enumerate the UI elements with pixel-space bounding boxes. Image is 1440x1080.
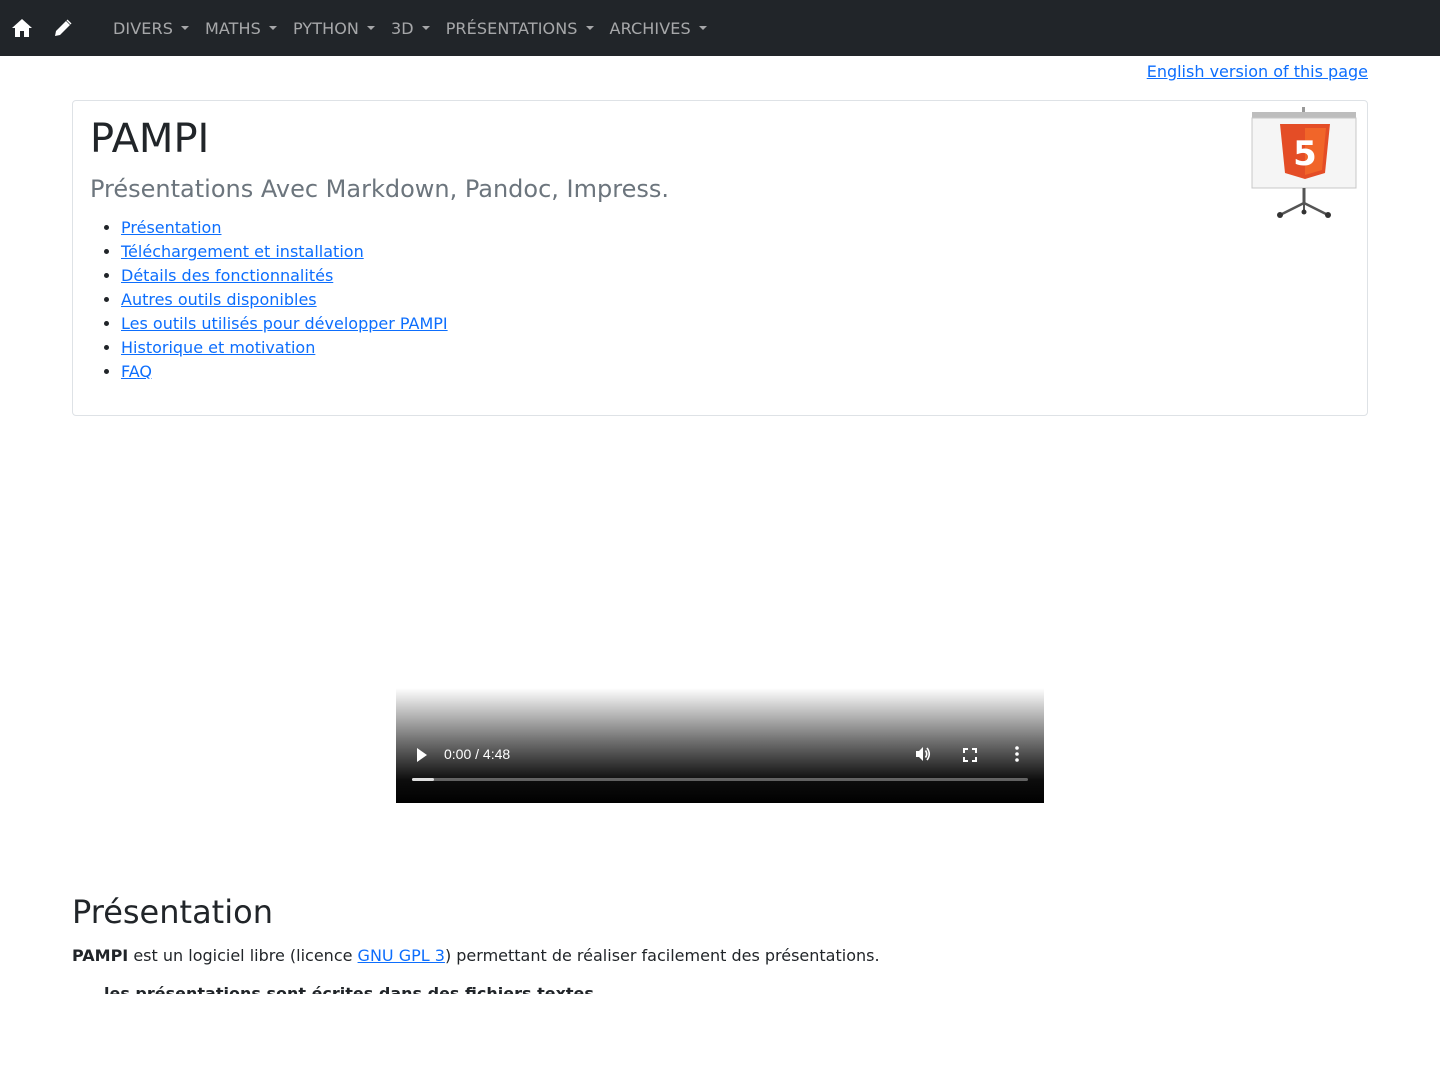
caret-down-icon [268,26,277,30]
toc-item: Téléchargement et installation [121,240,448,264]
toc-item: Autres outils disponibles [121,288,448,312]
caret-down-icon [585,26,594,30]
page-subtitle: Présentations Avec Markdown, Pandoc, Imp… [90,175,669,203]
toc-link-download[interactable]: Téléchargement et installation [121,242,364,261]
toc-link-dev-tools[interactable]: Les outils utilisés pour développer PAMP… [121,314,448,333]
play-icon[interactable] [416,747,428,766]
nav-dropdown-presentations[interactable]: PRÉSENTATIONS [446,19,594,38]
nav-dropdown-maths[interactable]: MATHS [205,19,277,38]
fullscreen-icon[interactable] [963,747,977,766]
caret-down-icon [366,26,375,30]
caret-down-icon [698,26,707,30]
nav-menu: DIVERS MATHS PYTHON 3D PRÉSENTATIONS ARC… [113,0,723,56]
volume-icon[interactable] [914,745,932,767]
gpl-license-link[interactable]: GNU GPL 3 [358,946,445,965]
list-item-text: les présentations sont écrites dans des … [104,984,594,994]
toc-item: FAQ [121,360,448,384]
toc-link-presentation[interactable]: Présentation [121,218,221,237]
toc-item: Détails des fonctionnalités [121,264,448,288]
nav-dropdown-python[interactable]: PYTHON [293,19,375,38]
toc-item: Les outils utilisés pour développer PAMP… [121,312,448,336]
toc-link-faq[interactable]: FAQ [121,362,152,381]
header-card: PAMPI Présentations Avec Markdown, Pando… [72,100,1368,416]
caret-down-icon [180,26,189,30]
nav-dropdown-3d[interactable]: 3D [391,19,430,38]
toc-link-features[interactable]: Détails des fonctionnalités [121,266,333,285]
table-of-contents: Présentation Téléchargement et installat… [121,216,448,384]
video-player[interactable]: 0:00 / 4:48 [396,688,1044,803]
pencil-icon[interactable] [52,17,74,39]
page-title: PAMPI [90,116,210,162]
top-navbar: DIVERS MATHS PYTHON 3D PRÉSENTATIONS ARC… [0,0,1440,56]
video-progress-fill [412,778,434,781]
section-title-presentation: Présentation [72,893,273,931]
para-bold-pampi: PAMPI [72,946,129,965]
toc-link-history[interactable]: Historique et motivation [121,338,315,357]
html5-projector-logo: 5 [1251,107,1357,219]
html5-logo-text: 5 [1293,134,1317,174]
toc-link-other-tools[interactable]: Autres outils disponibles [121,290,317,309]
toc-item: Présentation [121,216,448,240]
caret-down-icon [421,26,430,30]
english-version-link[interactable]: English version of this page [1147,62,1368,81]
home-icon[interactable] [11,17,33,39]
toc-item: Historique et motivation [121,336,448,360]
nav-dropdown-archives[interactable]: ARCHIVES [610,19,707,38]
clipped-list-item: les présentations sont écrites dans des … [104,984,704,994]
nav-dropdown-divers[interactable]: DIVERS [113,19,189,38]
video-time-display: 0:00 / 4:48 [444,746,511,762]
para-text: est un logiciel libre (licence [128,946,358,965]
section-intro-paragraph: PAMPI est un logiciel libre (licence GNU… [72,944,880,968]
video-progress-bar[interactable] [412,778,1028,781]
more-options-icon[interactable] [1015,746,1019,766]
para-text: ) permettant de réaliser facilement des … [444,946,880,965]
